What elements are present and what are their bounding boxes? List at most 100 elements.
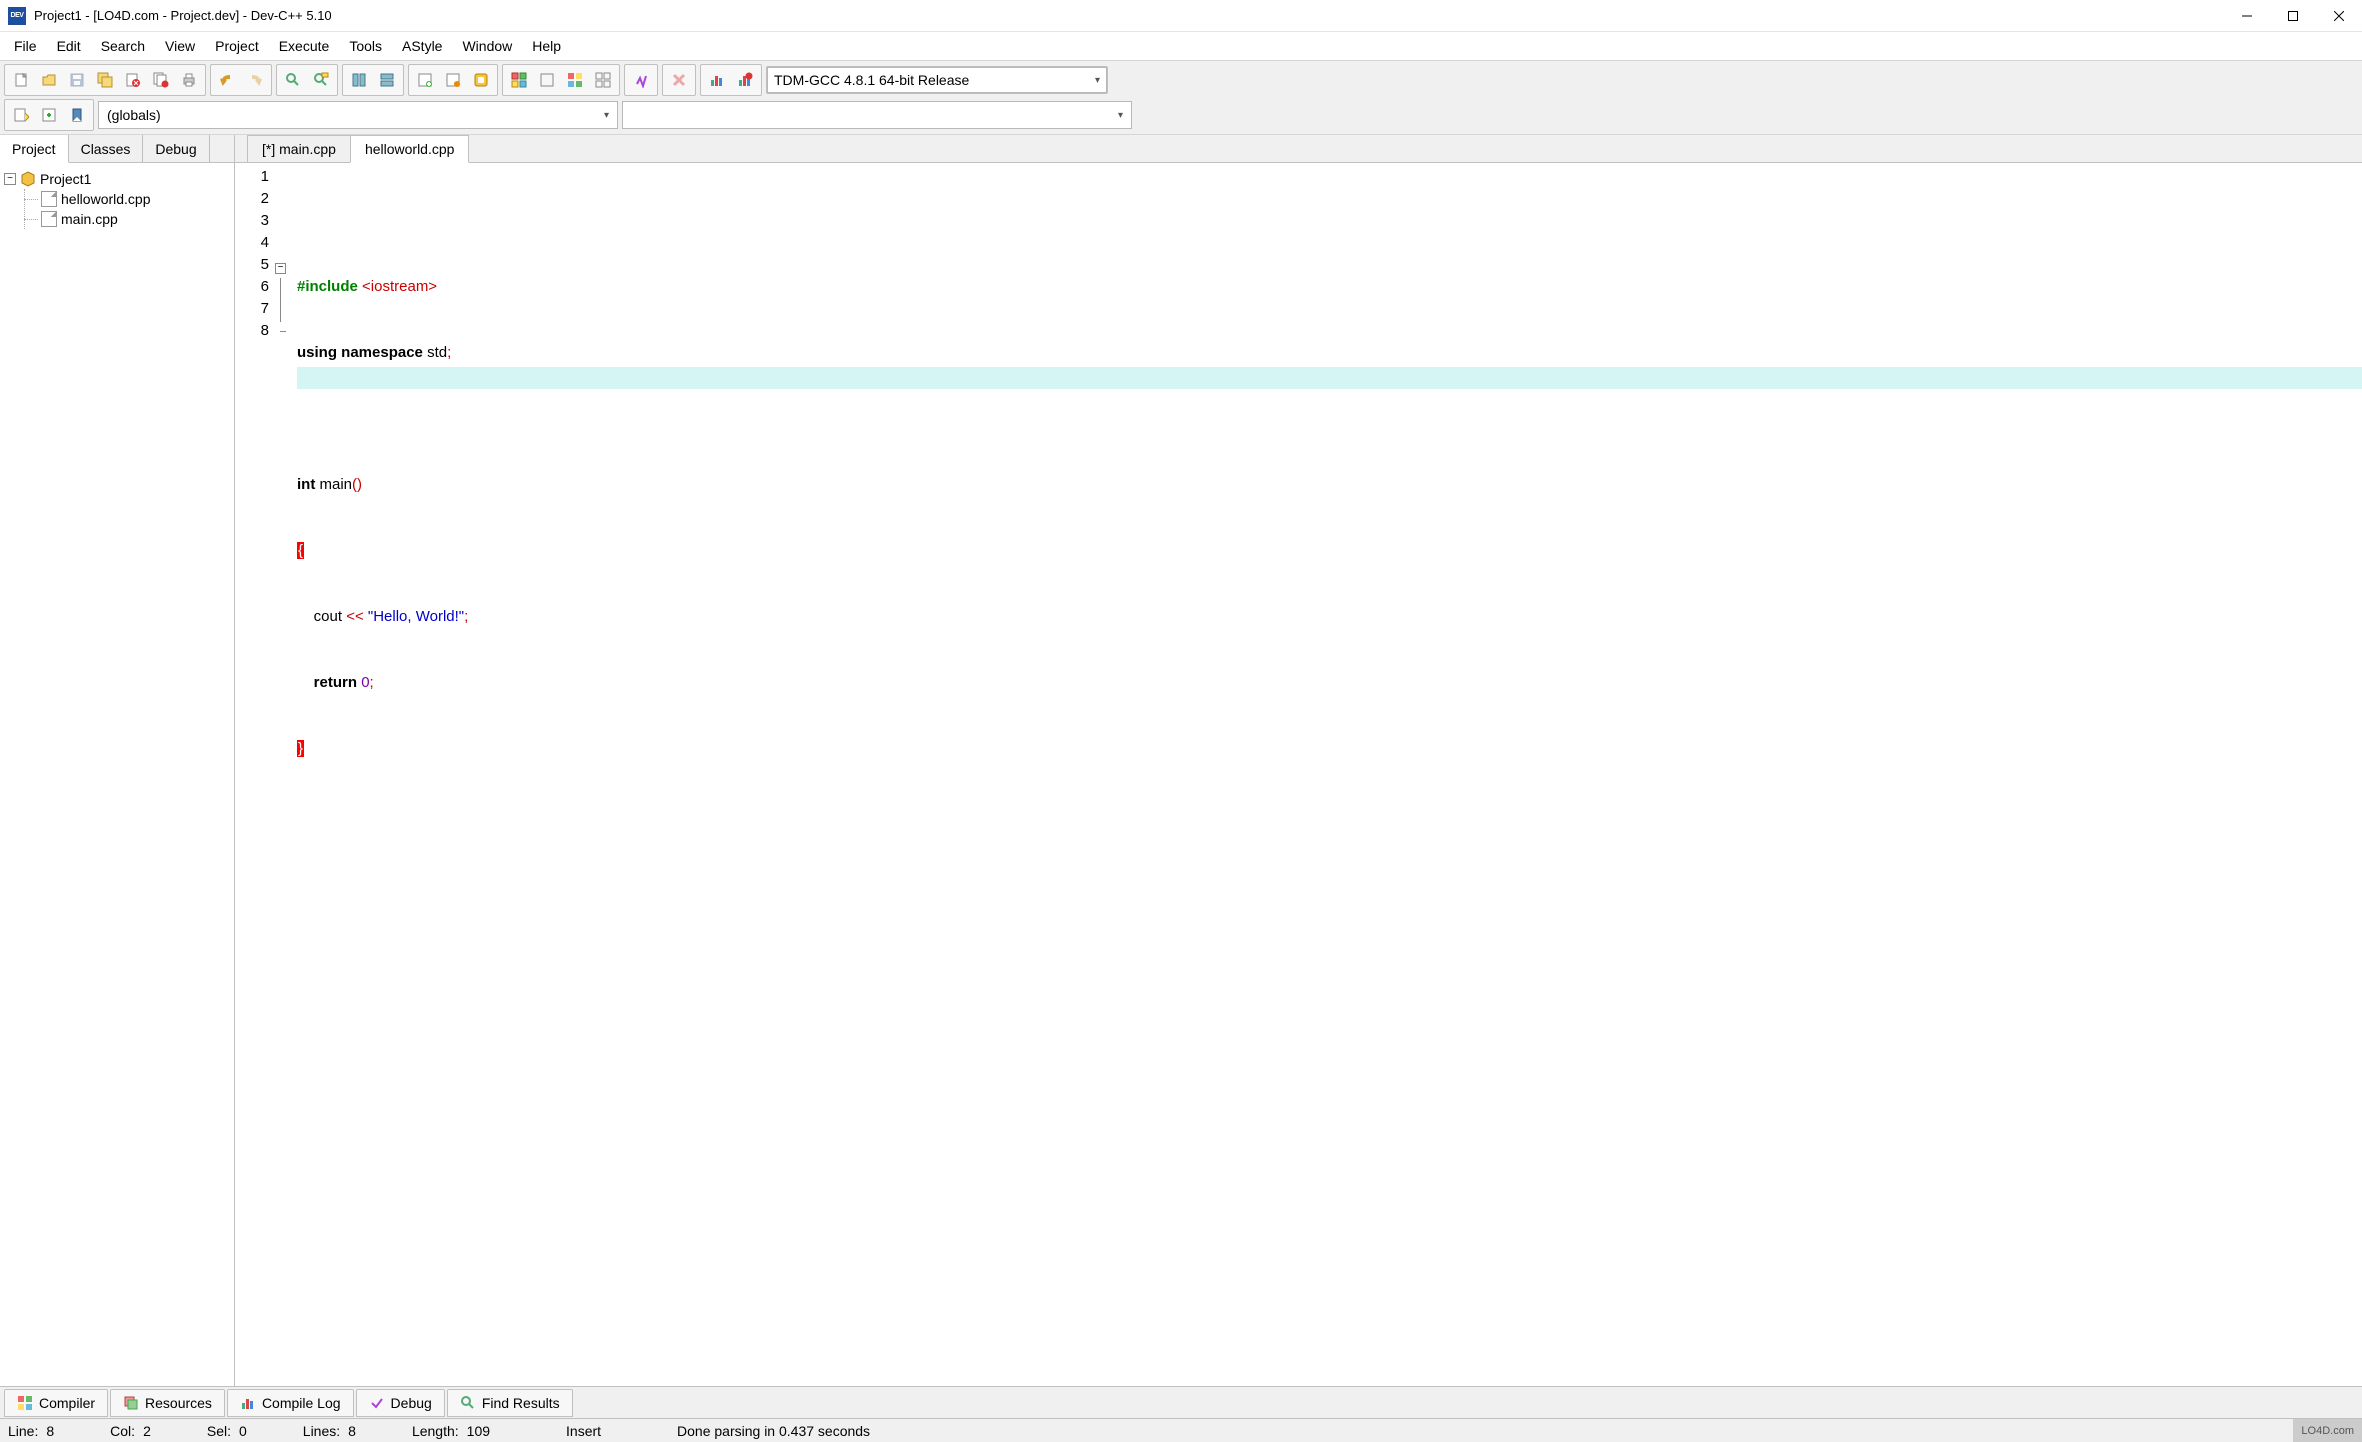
sidebar-tab-project[interactable]: Project — [0, 135, 69, 163]
editor-panel: [*] main.cpp helloworld.cpp 12345678 − #… — [235, 135, 2362, 1386]
replace-button[interactable] — [307, 67, 335, 93]
insert-button[interactable] — [35, 102, 63, 128]
new-class-button[interactable] — [7, 102, 35, 128]
redo-button[interactable] — [241, 67, 269, 93]
save-all-button[interactable] — [91, 67, 119, 93]
stop-button[interactable] — [665, 67, 693, 93]
file-tab-helloworld[interactable]: helloworld.cpp — [350, 135, 470, 163]
bottom-tab-debug[interactable]: Debug — [356, 1389, 445, 1417]
bottom-tab-resources[interactable]: Resources — [110, 1389, 225, 1417]
delete-profile-button[interactable] — [731, 67, 759, 93]
open-file-button[interactable] — [35, 67, 63, 93]
tb-group-rebuild — [502, 64, 620, 96]
toolbar-area: TDM-GCC 4.8.1 64-bit Release ▾ (globals)… — [0, 60, 2362, 135]
code-text[interactable]: #include <iostream> using namespace std;… — [291, 163, 2362, 1386]
window-controls — [2224, 0, 2362, 31]
tb-group-file — [4, 64, 206, 96]
find-button[interactable] — [279, 67, 307, 93]
grid-icon — [17, 1395, 33, 1411]
file-icon — [41, 191, 57, 207]
menu-file[interactable]: File — [4, 32, 47, 60]
rebuild-button[interactable] — [505, 67, 533, 93]
file-tabs: [*] main.cpp helloworld.cpp — [235, 135, 2362, 163]
members-select[interactable]: ▾ — [622, 101, 1132, 129]
print-button[interactable] — [175, 67, 203, 93]
status-mode: Insert — [558, 1423, 609, 1439]
menu-help[interactable]: Help — [522, 32, 571, 60]
bottom-tab-compile-log[interactable]: Compile Log — [227, 1389, 354, 1417]
goto-bookmark-button[interactable] — [373, 67, 401, 93]
menu-search[interactable]: Search — [91, 32, 155, 60]
bottom-tab-compiler[interactable]: Compiler — [4, 1389, 108, 1417]
compile-button[interactable] — [411, 67, 439, 93]
stack-icon — [123, 1395, 139, 1411]
tree-file[interactable]: helloworld.cpp — [25, 189, 230, 209]
maximize-button[interactable] — [2270, 0, 2316, 32]
compile-run-button[interactable] — [467, 67, 495, 93]
chevron-down-icon: ▾ — [1095, 75, 1100, 86]
close-file-button[interactable] — [119, 67, 147, 93]
bars-icon — [240, 1395, 256, 1411]
sidebar-tab-classes[interactable]: Classes — [69, 135, 144, 162]
tree-collapse-icon[interactable]: − — [4, 173, 16, 185]
tb-group-class — [4, 99, 94, 131]
scope-select[interactable]: (globals) ▾ — [98, 101, 618, 129]
status-length: Length:109 — [404, 1423, 498, 1439]
code-editor[interactable]: 12345678 − #include <iostream> using nam… — [235, 163, 2362, 1386]
close-button[interactable] — [2316, 0, 2362, 32]
status-message: Done parsing in 0.437 seconds — [669, 1423, 878, 1439]
check-icon — [369, 1395, 385, 1411]
chevron-down-icon: ▾ — [604, 110, 609, 121]
menu-edit[interactable]: Edit — [47, 32, 91, 60]
tree-file[interactable]: main.cpp — [25, 209, 230, 229]
bottom-tabs: Compiler Resources Compile Log Debug Fin… — [0, 1386, 2362, 1418]
profile-analysis-button[interactable] — [589, 67, 617, 93]
file-icon — [41, 211, 57, 227]
tree-root[interactable]: − Project1 — [4, 169, 230, 189]
tb-group-profile — [700, 64, 762, 96]
menu-view[interactable]: View — [155, 32, 205, 60]
profile-button[interactable] — [703, 67, 731, 93]
debug-button[interactable] — [627, 67, 655, 93]
magnifier-icon — [460, 1395, 476, 1411]
tb-group-find — [276, 64, 338, 96]
line-gutter: 12345678 — [235, 163, 275, 1386]
project-tree[interactable]: − Project1 helloworld.cpp main.cpp — [0, 163, 234, 1386]
undo-button[interactable] — [213, 67, 241, 93]
tb-group-view — [342, 64, 404, 96]
close-all-button[interactable] — [147, 67, 175, 93]
save-button[interactable] — [63, 67, 91, 93]
bookmark-button[interactable] — [63, 102, 91, 128]
scope-select-label: (globals) — [107, 107, 161, 123]
app-icon — [8, 7, 26, 25]
status-line: Line:8 — [0, 1423, 62, 1439]
fold-column: − — [275, 163, 291, 1386]
menu-execute[interactable]: Execute — [269, 32, 340, 60]
syntax-check-button[interactable] — [533, 67, 561, 93]
compiler-select[interactable]: TDM-GCC 4.8.1 64-bit Release ▾ — [767, 67, 1107, 93]
titlebar: Project1 - [LO4D.com - Project.dev] - De… — [0, 0, 2362, 32]
menu-tools[interactable]: Tools — [339, 32, 392, 60]
chevron-down-icon: ▾ — [1118, 110, 1123, 121]
project-icon — [20, 171, 36, 187]
new-file-button[interactable] — [7, 67, 35, 93]
menu-window[interactable]: Window — [452, 32, 522, 60]
menubar: File Edit Search View Project Execute To… — [0, 32, 2362, 60]
toggle-bookmark-button[interactable] — [345, 67, 373, 93]
sidebar: Project Classes Debug − Project1 hellowo… — [0, 135, 235, 1386]
fold-toggle-icon[interactable]: − — [275, 263, 286, 274]
tree-root-label: Project1 — [40, 171, 91, 187]
compiler-select-label: TDM-GCC 4.8.1 64-bit Release — [774, 72, 969, 88]
file-tab-main[interactable]: [*] main.cpp — [247, 135, 351, 162]
bottom-tab-find-results[interactable]: Find Results — [447, 1389, 573, 1417]
sidebar-tab-debug[interactable]: Debug — [143, 135, 209, 162]
tb-group-compiler: TDM-GCC 4.8.1 64-bit Release ▾ — [766, 66, 1108, 94]
run-button[interactable] — [439, 67, 467, 93]
tree-file-label: main.cpp — [61, 211, 118, 227]
minimize-button[interactable] — [2224, 0, 2270, 32]
profiling-grid-button[interactable] — [561, 67, 589, 93]
tb-group-compile — [408, 64, 498, 96]
statusbar: Line:8 Col:2 Sel:0 Lines:8 Length:109 In… — [0, 1418, 2362, 1442]
menu-project[interactable]: Project — [205, 32, 269, 60]
menu-astyle[interactable]: AStyle — [392, 32, 452, 60]
